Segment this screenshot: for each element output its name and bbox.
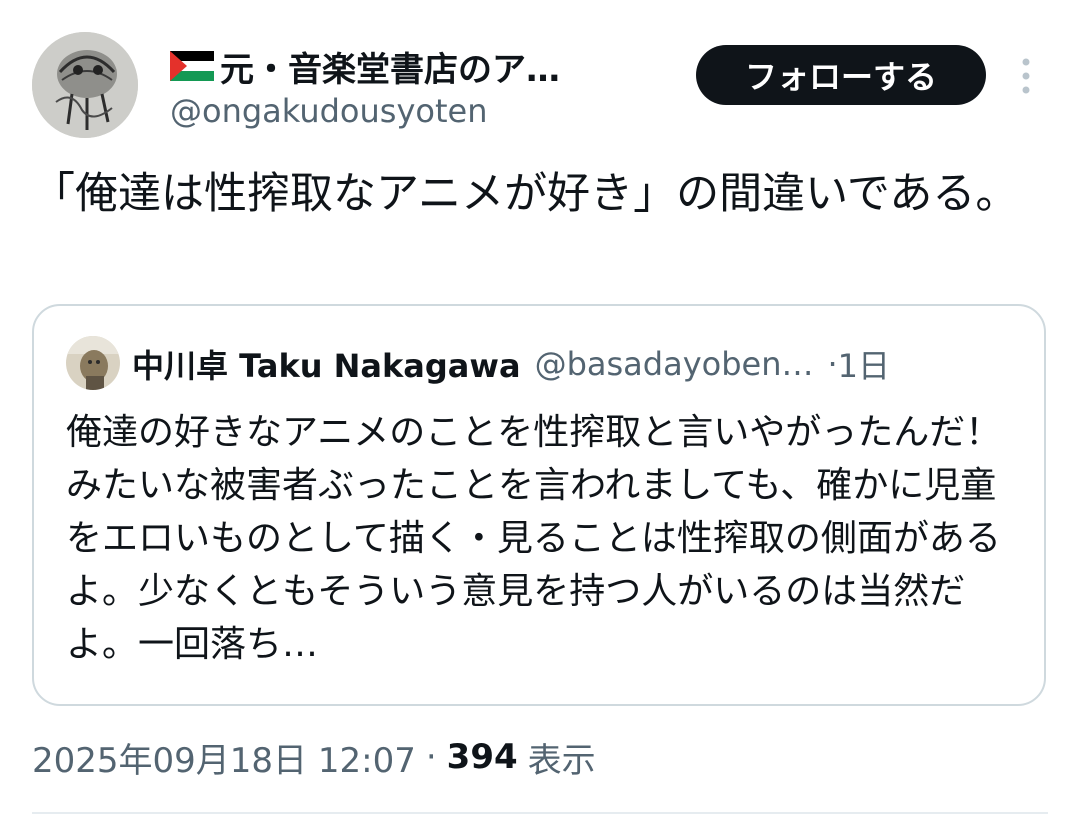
author-handle[interactable]: @ongakudousyoten <box>170 92 487 130</box>
author-name[interactable]: 元・音楽堂書店のア… <box>170 44 640 90</box>
divider <box>32 812 1048 814</box>
avatar-image <box>32 32 138 138</box>
post-text: 「俺達は性搾取なアニメが好き」の間違いである。 <box>32 169 1019 219</box>
quoted-post-text: 俺達の好きなアニメのことを性搾取と言いやがったんだ！みたいな被害者ぶったことを言… <box>66 412 1002 665</box>
quoted-author-name[interactable]: 中川卓 Taku Nakagawa <box>132 341 521 387</box>
meta-separator: · <box>425 737 437 777</box>
palestine-flag-icon <box>170 51 214 81</box>
post-timestamp[interactable]: 2025年09月18日 12:07 <box>32 733 416 782</box>
quoted-post-header: 中川卓 Taku Nakagawa @basadayoben… · 1日 <box>132 336 1022 392</box>
author-avatar[interactable] <box>32 32 138 138</box>
views-label: 表示 <box>527 740 596 781</box>
quoted-avatar-image <box>66 336 120 390</box>
author-name-text: 元・音楽堂書店のア… <box>220 49 560 90</box>
quoted-time[interactable]: 1日 <box>838 341 890 387</box>
quoted-author-handle[interactable]: @basadayoben… <box>535 345 814 383</box>
views-count: 394 <box>446 737 518 777</box>
post-meta: 2025年09月18日 12:07 · 394 表示 <box>32 732 596 782</box>
quoted-separator: · <box>827 345 838 383</box>
quoted-post-card[interactable]: 中川卓 Taku Nakagawa @basadayoben… · 1日 俺達の… <box>32 304 1046 706</box>
follow-button[interactable]: フォローする <box>696 45 986 105</box>
quoted-author-avatar[interactable] <box>66 336 120 390</box>
more-options-icon[interactable] <box>1016 56 1036 96</box>
